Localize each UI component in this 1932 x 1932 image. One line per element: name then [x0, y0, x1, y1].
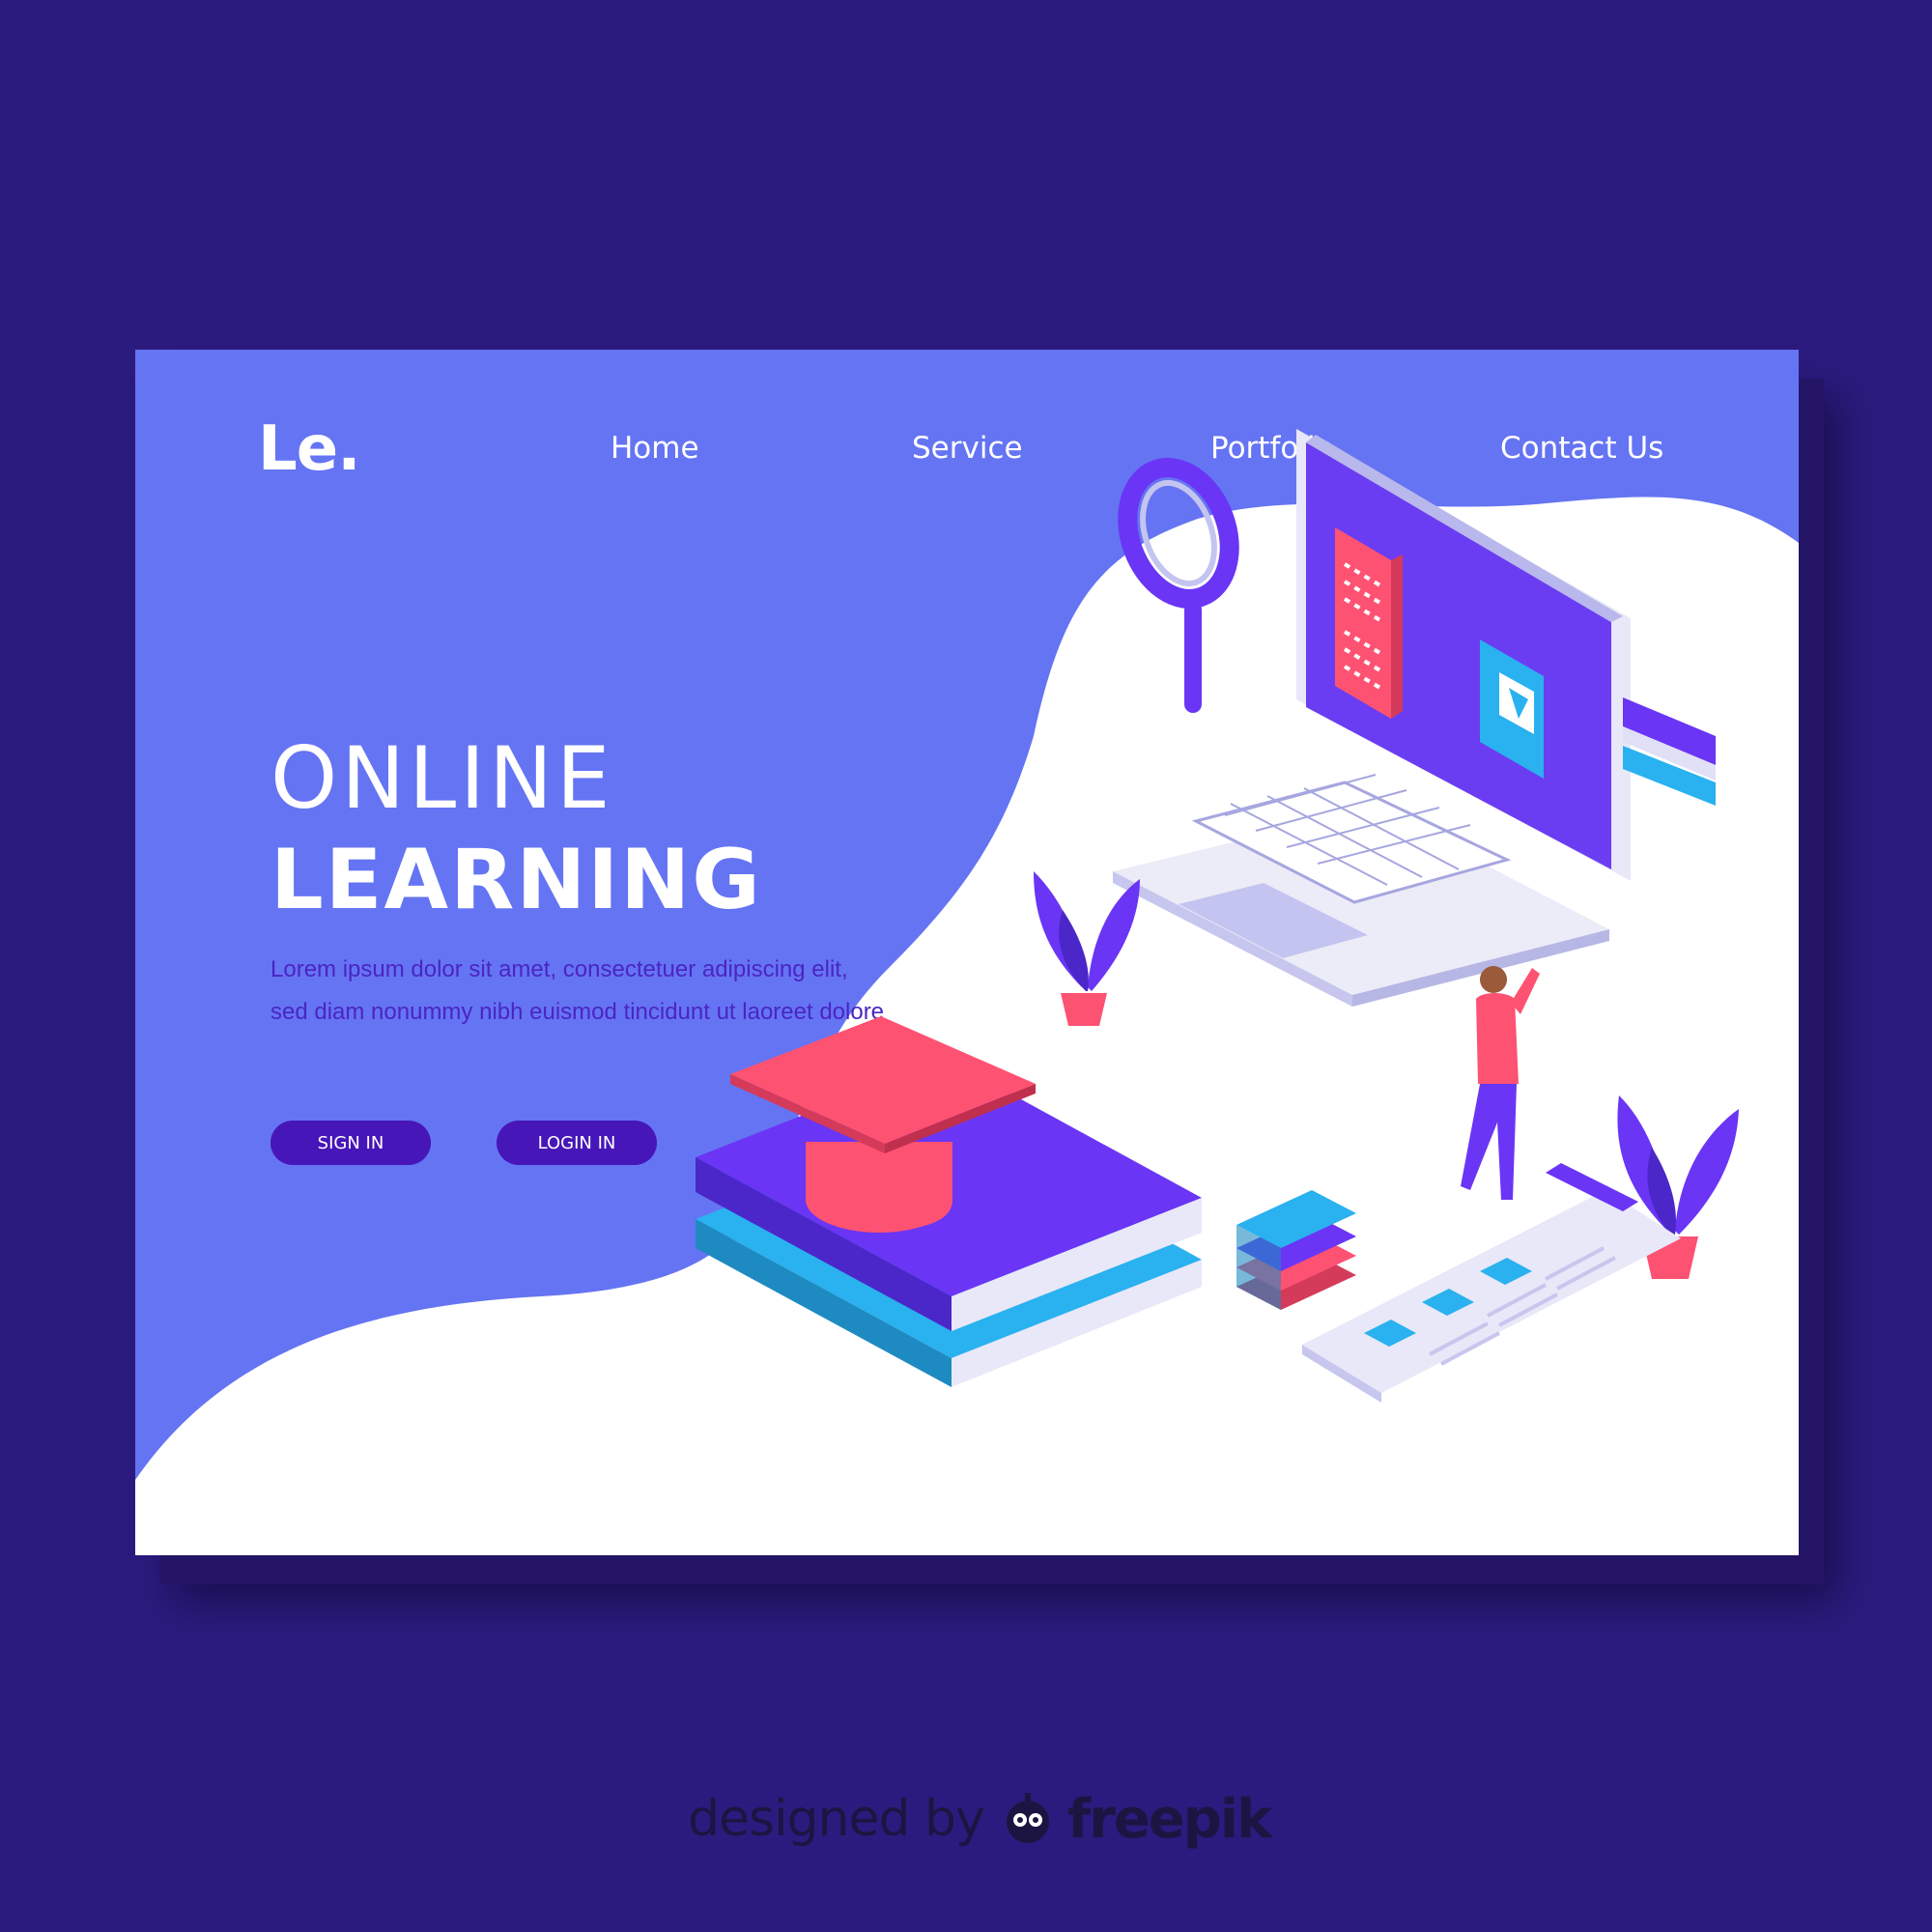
freepik-logo-icon [1006, 1793, 1049, 1843]
online-learning-illustration [696, 429, 1739, 1403]
colored-blocks-icon [1236, 1190, 1356, 1310]
books-stack-small-icon [1623, 697, 1716, 806]
landing-page-card: Le. Home Service Portfolio Contact Us ON… [135, 350, 1799, 1555]
credit-brand[interactable]: freepik [1067, 1788, 1272, 1851]
plant-icon [1034, 871, 1140, 1026]
credit-line: designed by freepik [688, 1785, 1272, 1853]
person-icon [1461, 966, 1540, 1200]
credit-text: designed by [688, 1790, 985, 1848]
laptop-icon [1113, 429, 1631, 1007]
magnifier-icon [1118, 458, 1239, 713]
clipboard-icon [1302, 1163, 1681, 1403]
